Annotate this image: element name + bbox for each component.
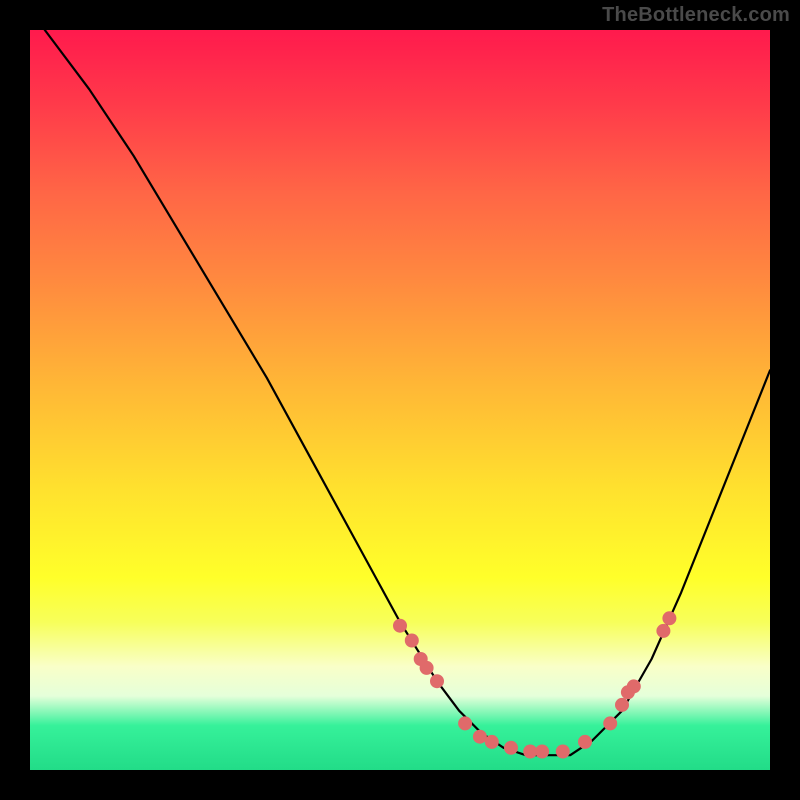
marker-dot <box>420 661 434 675</box>
marker-dot <box>393 619 407 633</box>
chart-frame: TheBottleneck.com <box>0 0 800 800</box>
marker-dot <box>485 735 499 749</box>
marker-dot <box>603 716 617 730</box>
marker-dot <box>473 730 487 744</box>
bottleneck-curve <box>45 30 770 755</box>
marker-dot <box>405 634 419 648</box>
marker-dot <box>578 735 592 749</box>
marker-dot <box>662 611 676 625</box>
marker-dot <box>615 698 629 712</box>
marker-dot <box>656 624 670 638</box>
marker-dot <box>535 745 549 759</box>
marker-group <box>393 611 676 758</box>
marker-dot <box>504 741 518 755</box>
marker-dot <box>430 674 444 688</box>
marker-dot <box>627 679 641 693</box>
chart-svg <box>30 30 770 770</box>
marker-dot <box>458 716 472 730</box>
watermark-text: TheBottleneck.com <box>602 4 790 27</box>
marker-dot <box>556 745 570 759</box>
